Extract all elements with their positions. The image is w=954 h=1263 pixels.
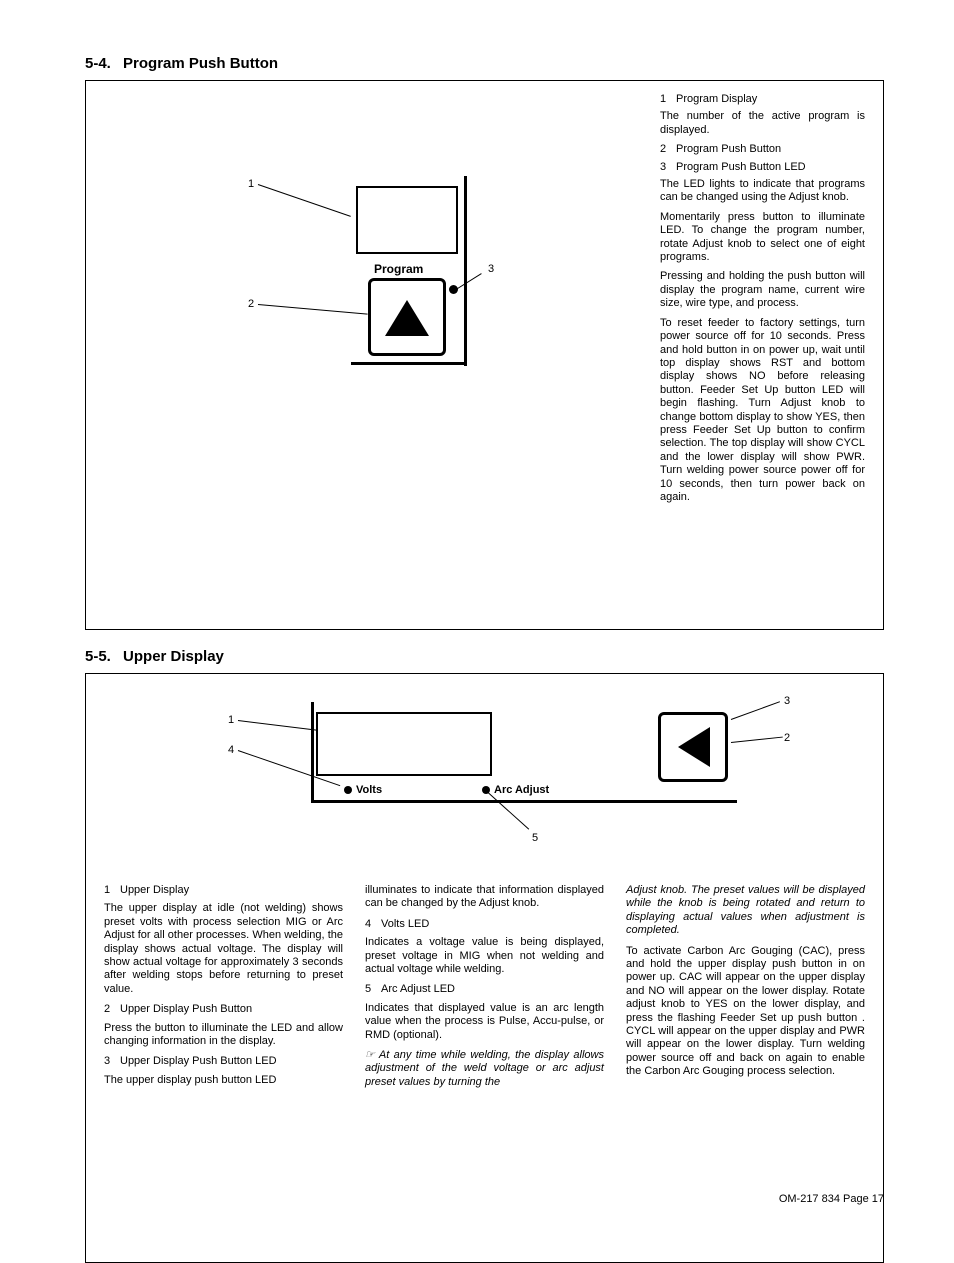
section-5-5-columns: 1Upper Display The upper display at idle… bbox=[104, 884, 865, 1096]
list-item: 1Program Display bbox=[660, 93, 865, 106]
upper-display-push-button[interactable] bbox=[658, 712, 728, 782]
paragraph: To activate Carbon Arc Gouging (CAC), pr… bbox=[626, 945, 865, 1079]
section-heading: Program Push Button bbox=[123, 55, 278, 72]
callout-5: 5 bbox=[532, 832, 538, 844]
leader-line bbox=[731, 701, 780, 720]
column-3: Adjust knob. The preset values will be d… bbox=[626, 884, 865, 1096]
callout-1: 1 bbox=[228, 714, 234, 726]
note-continuation: Adjust knob. The preset values will be d… bbox=[626, 884, 865, 938]
up-arrow-icon bbox=[385, 300, 429, 336]
section-5-4-title: 5-4. Program Push Button bbox=[85, 55, 884, 72]
leader-line bbox=[258, 304, 368, 315]
upper-display-diagram: Volts Arc Adjust 1 4 3 2 5 bbox=[186, 692, 806, 862]
callout-3: 3 bbox=[488, 263, 494, 275]
list-item: 2Upper Display Push Button bbox=[104, 1003, 343, 1016]
arc-adjust-label: Arc Adjust bbox=[494, 784, 549, 796]
volts-label: Volts bbox=[356, 784, 382, 796]
leader-line bbox=[456, 273, 482, 290]
paragraph: Momentarily press button to illuminate L… bbox=[660, 211, 865, 265]
section-heading: Upper Display bbox=[123, 648, 224, 665]
callout-2: 2 bbox=[248, 298, 254, 310]
paragraph: Indicates that displayed value is an arc… bbox=[365, 1002, 604, 1042]
upper-display bbox=[316, 712, 492, 776]
section-number: 5-4. bbox=[85, 55, 111, 72]
section-5-4-text: 1Program Display The number of the activ… bbox=[660, 93, 865, 510]
paragraph: illuminates to indicate that information… bbox=[365, 884, 604, 911]
figure-5-4: Program 1 2 3 1Program Display The numbe… bbox=[85, 80, 884, 630]
left-arrow-icon bbox=[678, 727, 710, 767]
figure-5-5: Volts Arc Adjust 1 4 3 2 5 1Upper Displa… bbox=[85, 673, 884, 1263]
column-1: 1Upper Display The upper display at idle… bbox=[104, 884, 343, 1096]
panel-edge-horizontal bbox=[311, 800, 737, 803]
callout-4: 4 bbox=[228, 744, 234, 756]
leader-line bbox=[258, 184, 351, 217]
list-item: 2Program Push Button bbox=[660, 143, 865, 156]
note: At any time while welding, the display a… bbox=[365, 1049, 604, 1089]
callout-3: 3 bbox=[784, 695, 790, 707]
program-label: Program bbox=[374, 262, 423, 276]
section-number: 5-5. bbox=[85, 648, 111, 665]
paragraph: The upper display at idle (not welding) … bbox=[104, 902, 343, 996]
list-item: 3Program Push Button LED bbox=[660, 161, 865, 174]
panel-edge-vertical bbox=[464, 176, 467, 366]
paragraph: Press the button to illuminate the LED a… bbox=[104, 1022, 343, 1049]
paragraph: Pressing and holding the push button wil… bbox=[660, 270, 865, 310]
leader-line bbox=[238, 720, 318, 731]
program-push-button[interactable] bbox=[368, 278, 446, 356]
paragraph: To reset feeder to factory settings, tur… bbox=[660, 317, 865, 505]
paragraph: The number of the active program is disp… bbox=[660, 110, 865, 137]
program-button-diagram: Program 1 2 3 bbox=[286, 186, 536, 386]
list-item: 4Volts LED bbox=[365, 918, 604, 931]
volts-led bbox=[344, 786, 352, 794]
panel-edge-vertical bbox=[311, 702, 314, 802]
paragraph: The LED lights to indicate that programs… bbox=[660, 178, 865, 205]
column-2: illuminates to indicate that information… bbox=[365, 884, 604, 1096]
page-footer: OM-217 834 Page 17 bbox=[779, 1193, 884, 1205]
section-5-5-title: 5-5. Upper Display bbox=[85, 648, 884, 665]
paragraph: The upper display push button LED bbox=[104, 1074, 343, 1087]
list-item: 5Arc Adjust LED bbox=[365, 983, 604, 996]
leader-line bbox=[488, 792, 530, 830]
leader-line bbox=[731, 737, 783, 743]
panel-edge-horizontal bbox=[351, 362, 467, 365]
list-item: 1Upper Display bbox=[104, 884, 343, 897]
program-display bbox=[356, 186, 458, 254]
callout-1: 1 bbox=[248, 178, 254, 190]
paragraph: Indicates a voltage value is being displ… bbox=[365, 936, 604, 976]
list-item: 3Upper Display Push Button LED bbox=[104, 1055, 343, 1068]
callout-2: 2 bbox=[784, 732, 790, 744]
